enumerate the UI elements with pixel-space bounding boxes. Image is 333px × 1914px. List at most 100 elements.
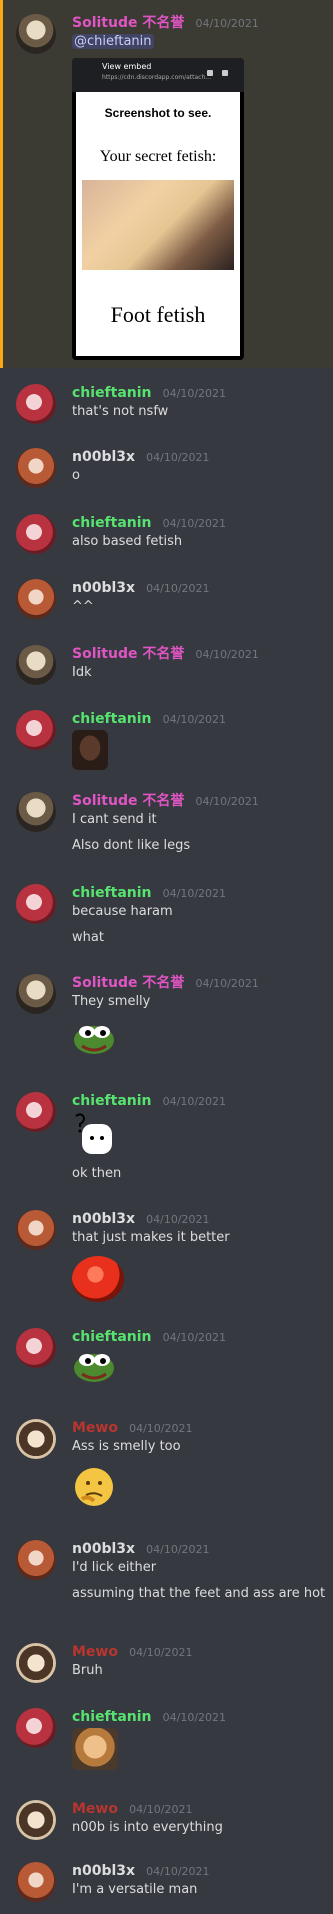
- timestamp: 04/10/2021: [162, 1095, 227, 1108]
- message-text: Idk: [72, 665, 92, 680]
- avatar[interactable]: [16, 448, 56, 488]
- message-group: n00bl3x 04/10/2021 I'm a versatile man: [0, 1860, 333, 1914]
- message-group: Solitude 不名誉 04/10/2021 @chieftanin View…: [0, 0, 333, 368]
- username[interactable]: Solitude 不名誉: [72, 975, 184, 991]
- avatar[interactable]: [16, 1540, 56, 1580]
- avatar[interactable]: [16, 1862, 56, 1902]
- timestamp: 04/10/2021: [162, 887, 227, 900]
- username[interactable]: n00bl3x: [72, 580, 135, 596]
- share-icon[interactable]: [207, 70, 213, 76]
- more-icon[interactable]: [222, 70, 228, 76]
- username[interactable]: chieftanin: [72, 1709, 152, 1725]
- message-header: Solitude 不名誉 04/10/2021: [72, 643, 259, 663]
- avatar[interactable]: [16, 792, 56, 832]
- message-text: ^^: [72, 599, 94, 614]
- username[interactable]: n00bl3x: [72, 1863, 135, 1879]
- message-group: n00bl3x 04/10/2021 ^^: [0, 577, 333, 641]
- message-group: Mewo 04/10/2021 Bruh: [0, 1641, 333, 1705]
- message-header: n00bl3x 04/10/2021: [72, 446, 210, 465]
- avatar[interactable]: [16, 384, 56, 424]
- username[interactable]: chieftanin: [72, 885, 152, 901]
- message-group: n00bl3x 04/10/2021 o: [0, 446, 333, 510]
- message-text: ok then: [72, 1166, 122, 1181]
- message-header: Solitude 不名誉 04/10/2021: [72, 790, 259, 810]
- message-text: assuming that the feet and ass are hot: [72, 1586, 326, 1601]
- avatar[interactable]: [16, 1092, 56, 1132]
- pepe-emoji[interactable]: [72, 1020, 116, 1056]
- timestamp: 04/10/2021: [162, 387, 227, 400]
- timestamp: 04/10/2021: [162, 1331, 227, 1344]
- embed-title: View embed: [102, 62, 152, 71]
- message-text: what: [72, 930, 104, 945]
- username[interactable]: Solitude 不名誉: [72, 793, 184, 809]
- username[interactable]: Solitude 不名誉: [72, 646, 184, 662]
- reaction-face-emoji[interactable]: [72, 730, 108, 770]
- message-group: chieftanin 04/10/2021 because haram what: [0, 882, 333, 962]
- message-header: n00bl3x 04/10/2021: [72, 1860, 210, 1879]
- message-group: chieftanin 04/10/2021: [0, 708, 333, 788]
- timestamp: 04/10/2021: [195, 795, 259, 808]
- username[interactable]: Mewo: [72, 1801, 118, 1817]
- avatar[interactable]: [16, 1419, 56, 1459]
- avatar[interactable]: [16, 1643, 56, 1683]
- message-text: o: [72, 468, 80, 483]
- username[interactable]: n00bl3x: [72, 1211, 135, 1227]
- timestamp: 04/10/2021: [129, 1646, 193, 1659]
- timestamp: 04/10/2021: [146, 1543, 210, 1556]
- message-text: I'm a versatile man: [72, 1882, 198, 1897]
- message-group: chieftanin 04/10/2021: [0, 1706, 333, 1796]
- message-header: chieftanin 04/10/2021: [72, 382, 226, 401]
- message-header: chieftanin 04/10/2021: [72, 882, 226, 901]
- username[interactable]: chieftanin: [72, 515, 152, 531]
- username[interactable]: chieftanin: [72, 1329, 152, 1345]
- embed-result: Foot fetish: [110, 302, 206, 327]
- avatar[interactable]: [16, 579, 56, 619]
- message-header: Solitude 不名誉 04/10/2021: [72, 972, 259, 992]
- tomato-emoji[interactable]: [72, 1256, 124, 1302]
- username[interactable]: Mewo: [72, 1644, 118, 1660]
- face-emoji[interactable]: [72, 1728, 118, 1770]
- message-header: n00bl3x 04/10/2021: [72, 577, 210, 596]
- screenshot-attachment[interactable]: View embed https://cdn.discordapp.com/at…: [72, 58, 244, 360]
- timestamp: 04/10/2021: [162, 1711, 227, 1724]
- avatar[interactable]: [16, 1328, 56, 1368]
- avatar[interactable]: [16, 645, 56, 685]
- avatar[interactable]: [16, 710, 56, 750]
- embed-heading: Screenshot to see.: [104, 106, 212, 120]
- avatar[interactable]: [16, 1708, 56, 1748]
- username[interactable]: chieftanin: [72, 711, 152, 727]
- username[interactable]: chieftanin: [72, 1093, 152, 1109]
- pepe-emoji[interactable]: [72, 1348, 116, 1384]
- message-text: because haram: [72, 904, 173, 919]
- username[interactable]: n00bl3x: [72, 1541, 135, 1557]
- username[interactable]: n00bl3x: [72, 449, 135, 465]
- embed-url: https://cdn.discordapp.com/attach...: [102, 74, 211, 81]
- message-group: n00bl3x 04/10/2021 that just makes it be…: [0, 1208, 333, 1328]
- avatar[interactable]: [16, 974, 56, 1014]
- timestamp: 04/10/2021: [162, 517, 227, 530]
- timestamp: 04/10/2021: [129, 1803, 193, 1816]
- avatar[interactable]: [16, 884, 56, 924]
- message-group: Mewo 04/10/2021 n00b is into everything: [0, 1798, 333, 1862]
- message-header: chieftanin 04/10/2021: [72, 708, 226, 727]
- question-sticker[interactable]: [72, 1112, 120, 1160]
- avatar[interactable]: [16, 514, 56, 554]
- username[interactable]: Mewo: [72, 1420, 118, 1436]
- message-header: chieftanin 04/10/2021: [72, 1706, 226, 1725]
- message-header: n00bl3x 04/10/2021: [72, 1538, 210, 1557]
- thinking-emoji[interactable]: [72, 1465, 116, 1509]
- message-group: chieftanin 04/10/2021 also based fetish: [0, 512, 333, 576]
- message-text: Bruh: [72, 1663, 103, 1678]
- timestamp: 04/10/2021: [195, 977, 259, 990]
- timestamp: 04/10/2021: [146, 451, 210, 464]
- embed-image: [82, 180, 234, 270]
- embed-subheading: Your secret fetish:: [99, 148, 217, 165]
- avatar[interactable]: [16, 14, 56, 54]
- avatar[interactable]: [16, 1800, 56, 1840]
- timestamp: 04/10/2021: [146, 1213, 210, 1226]
- username[interactable]: Solitude 不名誉: [72, 15, 184, 31]
- message-header: chieftanin 04/10/2021: [72, 1326, 226, 1345]
- mention[interactable]: @chieftanin: [72, 34, 154, 49]
- avatar[interactable]: [16, 1210, 56, 1250]
- username[interactable]: chieftanin: [72, 385, 152, 401]
